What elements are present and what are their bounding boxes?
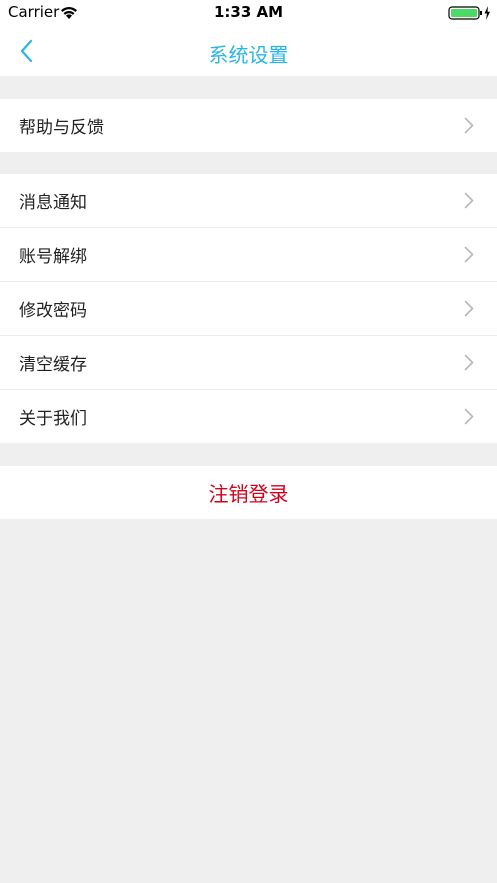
status-bar: Carrier 1:33 AM <box>0 0 497 26</box>
settings-item-change-password[interactable]: 修改密码 <box>0 281 497 335</box>
chevron-right-icon <box>464 117 474 134</box>
settings-item-label: 清空缓存 <box>19 355 87 375</box>
chevron-right-icon <box>464 300 474 317</box>
settings-item-help-feedback[interactable]: 帮助与反馈 <box>0 99 497 152</box>
chevron-right-icon <box>464 246 474 263</box>
settings-item-label: 修改密码 <box>19 301 87 321</box>
page-title: 系统设置 <box>208 43 289 67</box>
settings-group-help: 帮助与反馈 <box>0 99 497 152</box>
navigation-bar: 系统设置 <box>0 26 497 76</box>
settings-item-notifications[interactable]: 消息通知 <box>0 174 497 227</box>
settings-item-clear-cache[interactable]: 清空缓存 <box>0 335 497 389</box>
battery-icon <box>448 6 490 20</box>
chevron-right-icon <box>464 408 474 425</box>
settings-item-label: 消息通知 <box>19 193 87 213</box>
chevron-right-icon <box>464 192 474 209</box>
chevron-right-icon <box>464 354 474 371</box>
settings-item-label: 关于我们 <box>19 409 87 429</box>
settings-item-about-us[interactable]: 关于我们 <box>0 389 497 443</box>
logout-button[interactable]: 注销登录 <box>0 466 497 519</box>
settings-item-label: 账号解绑 <box>19 247 87 267</box>
header: Carrier 1:33 AM 系统设置 <box>0 0 497 76</box>
settings-group-main: 消息通知 账号解绑 修改密码 清空缓存 关于我们 <box>0 174 497 443</box>
logout-label: 注销登录 <box>208 482 289 506</box>
status-time: 1:33 AM <box>213 3 284 21</box>
settings-item-label: 帮助与反馈 <box>19 118 104 138</box>
settings-item-unbind-account[interactable]: 账号解绑 <box>0 227 497 281</box>
